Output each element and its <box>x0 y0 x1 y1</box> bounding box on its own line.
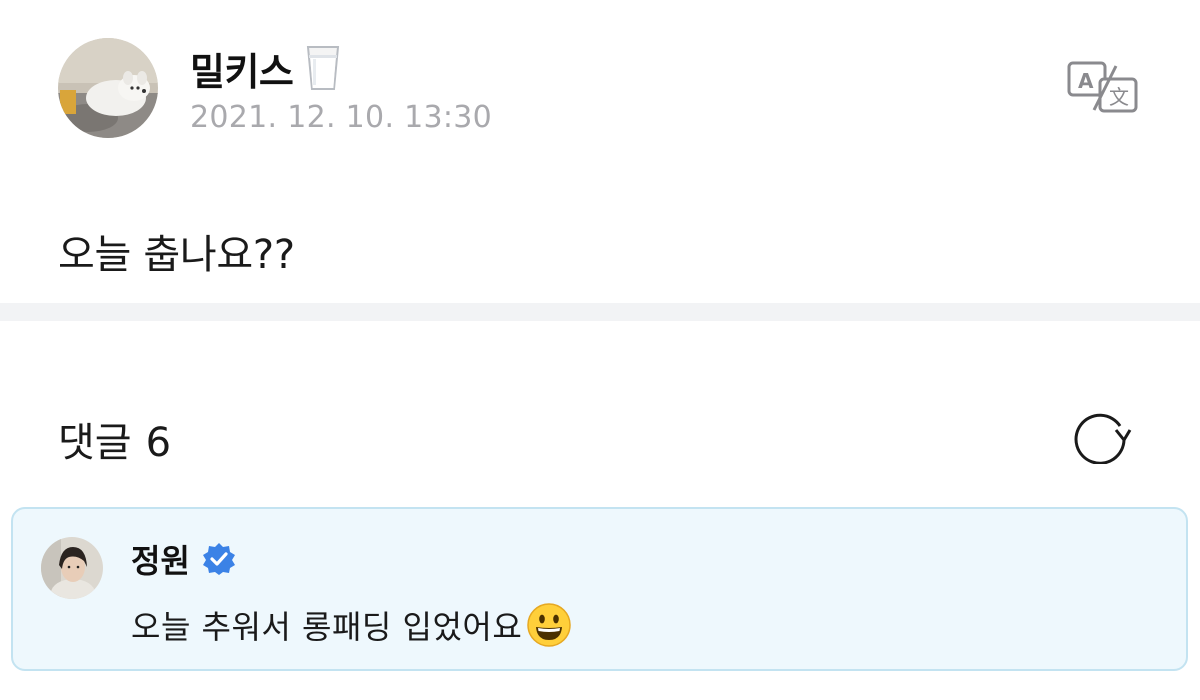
grinning-face-icon <box>526 602 572 648</box>
comments-count: 6 <box>145 420 172 466</box>
commenter-avatar[interactable] <box>41 537 103 599</box>
svg-text:文: 文 <box>1109 85 1129 109</box>
comment-text-row: 오늘 추워서 롱패딩 입었어요 <box>131 601 572 649</box>
verified-badge-icon <box>202 542 236 576</box>
post-header: 밀키스 2021. 12. 10. 13:30 <box>58 38 492 138</box>
highlighted-comment[interactable]: 정원 오늘 추워서 롱패딩 입었어요 <box>11 507 1188 671</box>
refresh-icon <box>1072 413 1132 468</box>
commenter-row: 정원 <box>131 537 236 581</box>
post-date: 2021. 12. 10. 13:30 <box>190 100 493 135</box>
post-body: 오늘 춥나요?? <box>58 232 295 278</box>
comments-label: 댓글 <box>58 420 132 466</box>
comments-header: 댓글 6 <box>58 410 171 468</box>
translate-button[interactable]: A 文 <box>1066 60 1140 114</box>
author-avatar[interactable] <box>58 38 158 138</box>
commenter-name[interactable]: 정원 <box>131 536 190 582</box>
author-row: 밀키스 <box>190 42 492 94</box>
author-name[interactable]: 밀키스 <box>190 41 294 96</box>
section-divider <box>0 303 1200 321</box>
milk-glass-icon <box>305 44 341 92</box>
translate-icon: A 文 <box>1066 61 1140 118</box>
author-info: 밀키스 2021. 12. 10. 13:30 <box>190 42 492 135</box>
comment-text: 오늘 추워서 롱패딩 입었어요 <box>131 608 523 646</box>
svg-text:A: A <box>1078 69 1094 93</box>
refresh-button[interactable] <box>1072 406 1132 465</box>
